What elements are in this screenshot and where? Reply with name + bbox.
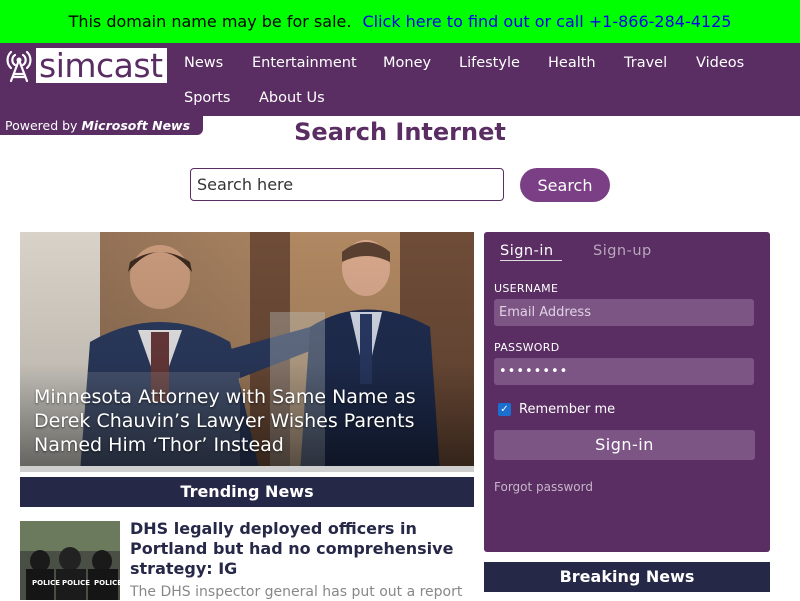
search-button[interactable]: Search	[520, 168, 610, 202]
article-photo: POLICE POLICE POLICE	[20, 521, 120, 600]
nav-lifestyle[interactable]: Lifestyle	[459, 53, 520, 73]
nav-travel[interactable]: Travel	[624, 53, 667, 73]
remember-label: Remember me	[519, 402, 616, 417]
banner-link[interactable]: Click here to find out or call +1-866-28…	[362, 12, 731, 31]
powered-brand: Microsoft News	[81, 118, 191, 133]
trending-news-heading: Trending News	[20, 477, 474, 507]
tab-sign-in[interactable]: Sign-in	[500, 243, 562, 261]
nav-videos[interactable]: Videos	[696, 53, 744, 73]
powered-by-label: Powered by Microsoft News	[0, 116, 203, 135]
logo-wordmark: simcast	[36, 47, 167, 83]
username-field[interactable]	[494, 299, 754, 326]
nav-news[interactable]: News	[184, 53, 223, 73]
top-navbar: simcast News Entertainment Money Lifesty…	[0, 43, 800, 135]
banner-text: This domain name may be for sale.	[68, 12, 352, 31]
hero-article[interactable]: Minnesota Attorney with Same Name as Der…	[20, 232, 474, 472]
sign-in-button[interactable]: Sign-in	[494, 430, 755, 460]
password-field[interactable]: ••••••••	[494, 358, 754, 385]
password-label: PASSWORD	[494, 341, 560, 354]
article-headline[interactable]: DHS legally deployed officers in Portlan…	[130, 519, 474, 579]
svg-text:POLICE: POLICE	[62, 579, 90, 587]
nav-about-us[interactable]: About Us	[259, 88, 325, 108]
nav-sports[interactable]: Sports	[184, 88, 230, 108]
search-input[interactable]	[190, 168, 504, 201]
hero-headline[interactable]: Minnesota Attorney with Same Name as Der…	[34, 385, 464, 457]
site-logo[interactable]: simcast	[4, 46, 169, 84]
remember-checkbox[interactable]: ✓	[498, 403, 511, 416]
remember-me[interactable]: ✓ Remember me	[498, 402, 615, 417]
svg-text:POLICE: POLICE	[32, 579, 60, 587]
powered-prefix: Powered by	[5, 118, 78, 133]
domain-sale-banner: This domain name may be for sale. Click …	[0, 0, 800, 43]
nav-money[interactable]: Money	[383, 53, 431, 73]
svg-text:POLICE: POLICE	[94, 579, 120, 587]
breaking-news-heading: Breaking News	[484, 562, 770, 592]
login-panel: Sign-in Sign-up USERNAME PASSWORD ••••••…	[484, 232, 770, 552]
nav-health[interactable]: Health	[548, 53, 596, 73]
tab-sign-up[interactable]: Sign-up	[593, 243, 652, 259]
nav-entertainment[interactable]: Entertainment	[252, 53, 357, 73]
username-label: USERNAME	[494, 282, 559, 295]
forgot-password-link[interactable]: Forgot password	[494, 480, 593, 494]
article-thumbnail[interactable]: POLICE POLICE POLICE	[20, 521, 120, 600]
article-summary: The DHS inspector general has put out a …	[130, 584, 463, 600]
radio-tower-icon	[6, 50, 32, 83]
